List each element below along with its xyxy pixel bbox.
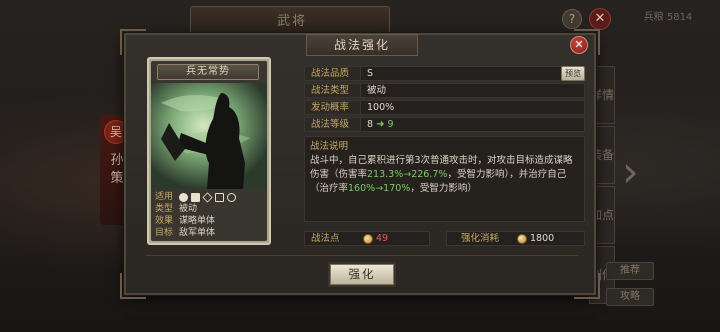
cavalry-icon: [179, 192, 188, 202]
damage-rate-next: 226.7%: [411, 169, 448, 180]
divider: [146, 255, 578, 256]
siege-icon: [227, 192, 236, 202]
arrow-right-icon: ➜: [376, 119, 385, 130]
card-stat-key: 适用: [155, 192, 174, 202]
info-value: 8 ➜ 9: [361, 118, 394, 131]
level-current: 8: [367, 119, 374, 130]
info-value: S: [367, 68, 374, 79]
card-stat-key: 效果: [155, 216, 174, 226]
spear-icon: [215, 192, 224, 202]
card-stat-key: 目标: [155, 228, 174, 238]
coin-icon: [517, 233, 527, 244]
heal-rate-next: 170%: [383, 183, 411, 194]
tactic-points-value: 49: [376, 233, 389, 244]
info-row-type: 战法类型 被动: [304, 83, 585, 98]
help-button[interactable]: ?: [562, 9, 582, 29]
coin-icon: [363, 233, 373, 244]
tactic-card: 兵无常势 适用 类型 被动 效果 谋略单体 目标 敌军单体: [147, 57, 271, 245]
upgrade-cost-bar: 强化消耗 1800: [446, 231, 585, 246]
info-key: 战法类型: [305, 84, 361, 97]
tactic-card-stats: 适用 类型 被动 效果 谋略单体 目标 敌军单体: [155, 191, 263, 239]
info-value: 被动: [367, 85, 387, 96]
bow-icon: [202, 191, 213, 203]
card-stat-key: 类型: [155, 204, 174, 214]
card-stat-value: 被动: [179, 204, 198, 214]
upgrade-cost-value: 1800: [530, 233, 555, 244]
preview-button[interactable]: 预览: [561, 66, 585, 81]
troop-type-icons: [179, 191, 236, 203]
recommend-button[interactable]: 推荐: [606, 262, 654, 280]
next-arrow-icon[interactable]: ›: [622, 150, 648, 194]
info-key: 发动概率: [305, 101, 361, 114]
resource-readout: 兵粮 5814: [643, 12, 693, 23]
info-key: 战法等级: [305, 118, 361, 131]
heal-rate-arrow: →: [375, 183, 384, 194]
info-row-quality: 战法品质 S: [304, 66, 585, 81]
close-icon[interactable]: ✕: [570, 36, 588, 54]
info-row-probability: 发动概率 100%: [304, 100, 585, 115]
level-next: 9: [387, 119, 394, 130]
heal-rate-current: 160%: [348, 183, 376, 194]
tactic-card-name: 兵无常势: [157, 64, 259, 80]
shield-icon: [191, 192, 200, 202]
description-text: 战斗中，自己累积进行第3次普通攻击时，对攻击目标造成谋略伤害（伤害率213.3%…: [310, 154, 579, 196]
dialog-title: 战法强化: [306, 34, 418, 56]
card-stat-value: 谋略单体: [179, 216, 216, 226]
description-title: 战法说明: [310, 141, 349, 152]
tactic-upgrade-dialog: 战法强化 ✕ 兵无常势 适用 类型 被动 效果 谋略单体 目标 敌军单体 战法品…: [120, 29, 600, 299]
tactic-card-art: [151, 83, 267, 189]
info-key: 战法品质: [305, 67, 361, 80]
info-row-level: 战法等级 8 ➜ 9: [304, 117, 585, 132]
guide-button[interactable]: 攻略: [606, 288, 654, 306]
upgrade-cost-label: 强化消耗: [461, 233, 500, 244]
frame-corner: [120, 273, 146, 299]
frame-corner: [574, 273, 600, 299]
card-stat-value: 敌军单体: [179, 228, 216, 238]
upgrade-button[interactable]: 强化: [330, 264, 394, 285]
description-part: ，受智力影响）: [410, 183, 477, 194]
background-close-button[interactable]: ✕: [589, 8, 611, 30]
tactic-description: 战法说明 战斗中，自己累积进行第3次普通攻击时，对攻击目标造成谋略伤害（伤害率2…: [304, 136, 585, 222]
tactic-points-bar: 战法点 49: [304, 231, 430, 246]
background-title: 武将: [276, 14, 307, 29]
tactic-points-label: 战法点: [311, 233, 340, 244]
info-value: 100%: [367, 102, 395, 113]
frame-corner: [120, 29, 146, 55]
damage-rate-current: 213.3%: [367, 169, 404, 180]
